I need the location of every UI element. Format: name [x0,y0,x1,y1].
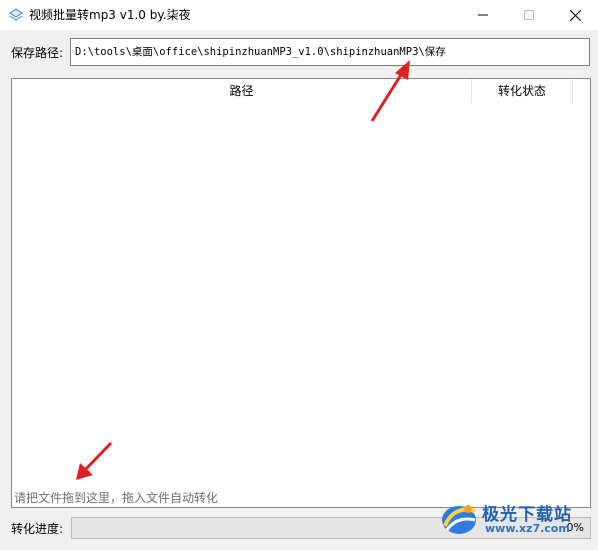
app-logo-icon [9,8,23,21]
minimize-icon [478,14,488,16]
column-header-status[interactable]: 转化状态 [472,79,573,103]
save-path-label: 保存路径: [11,46,64,60]
maximize-button[interactable] [506,0,552,30]
annotation-arrow-drop [76,441,113,480]
save-path-input[interactable]: D:\tools\桌面\office\shipinzhuanMP3_v1.0\s… [70,38,590,66]
watermark: 极光下载站 www.xz7.com [437,496,597,542]
progress-label: 转化进度: [11,522,64,536]
watermark-url: www.xz7.com [485,522,570,535]
close-button[interactable] [552,0,598,30]
list-header: 路径 转化状态 [12,79,590,103]
maximize-icon [524,10,534,20]
annotation-arrow-save [370,60,410,122]
close-icon [569,9,581,21]
minimize-button[interactable] [460,0,506,30]
aurora-logo-icon [442,505,477,534]
title-bar: 视频批量转mp3 v1.0 by.柒夜 [0,0,598,30]
window-title: 视频批量转mp3 v1.0 by.柒夜 [29,8,191,22]
drop-hint: 请把文件拖到这里，拖入文件自动转化 [14,491,219,505]
